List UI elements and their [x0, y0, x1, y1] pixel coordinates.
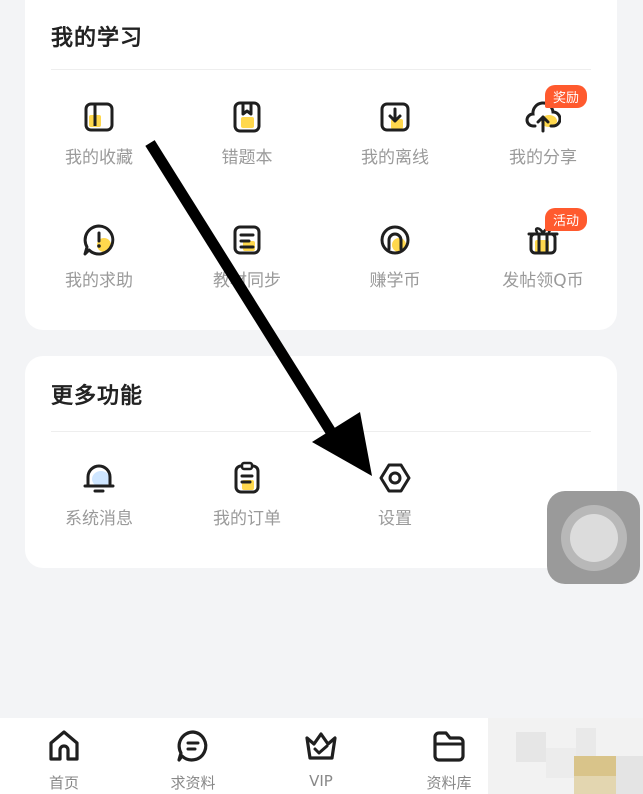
divider [51, 431, 591, 432]
earn-coins-label: 赚学币 [369, 271, 421, 291]
notebook-icon [229, 99, 265, 135]
textbook-sync-icon [229, 222, 265, 258]
tab-request-materials-label: 求资料 [170, 774, 216, 792]
my-study-title: 我的学习 [51, 26, 144, 51]
settings-label: 设置 [378, 509, 412, 529]
home-icon [49, 730, 79, 761]
coin-icon [377, 222, 413, 258]
wrong-questions-item[interactable]: 错题本 [173, 99, 321, 191]
my-orders-label: 我的订单 [213, 509, 281, 529]
post-for-qcoin-label: 发帖领Q币 [502, 271, 584, 291]
tab-home[interactable]: 首页 [9, 728, 119, 793]
cloud-upload-icon: 奖励 [525, 85, 588, 135]
gift-icon: 活动 [525, 208, 588, 258]
settings-item[interactable]: 设置 [321, 460, 469, 552]
profile-page: 我的学习 我的收藏 错题本 我的离线 奖励 我的分享 我的求助 教材同步 赚学币… [0, 0, 643, 794]
event-badge: 活动 [545, 208, 588, 231]
tab-library-label: 资料库 [426, 774, 472, 792]
my-share-label: 我的分享 [509, 148, 577, 168]
tab-vip-label: VIP [309, 772, 333, 790]
my-orders-item[interactable]: 我的订单 [173, 460, 321, 552]
my-offline-label: 我的离线 [361, 148, 429, 168]
tab-home-label: 首页 [48, 774, 79, 792]
floating-button-core [569, 513, 618, 562]
my-study-card: 我的学习 我的收藏 错题本 我的离线 奖励 我的分享 我的求助 教材同步 赚学币… [25, 0, 617, 330]
tab-vip[interactable]: VIP [266, 728, 376, 790]
earn-coins-item[interactable]: 赚学币 [321, 222, 469, 314]
wrong-questions-label: 错题本 [221, 148, 273, 168]
my-share-item[interactable]: 奖励 我的分享 [469, 85, 617, 191]
pixelated-area [488, 718, 643, 794]
my-favorites-item[interactable]: 我的收藏 [25, 99, 173, 191]
more-features-card: 更多功能 系统消息 我的订单 设置 [25, 356, 617, 568]
my-help-label: 我的求助 [65, 271, 133, 291]
tab-request-materials[interactable]: 求资料 [138, 728, 248, 793]
textbook-sync-label: 教材同步 [213, 271, 281, 291]
more-features-title: 更多功能 [51, 384, 144, 409]
order-clipboard-icon [229, 460, 265, 496]
floating-assistive-button[interactable] [547, 491, 640, 584]
chat-bubble-icon [177, 730, 208, 762]
help-bubble-icon [81, 222, 117, 258]
download-icon [377, 99, 413, 135]
my-favorites-label: 我的收藏 [65, 148, 133, 168]
my-help-item[interactable]: 我的求助 [25, 222, 173, 314]
post-for-qcoin-item[interactable]: 活动 发帖领Q币 [469, 208, 617, 314]
bell-icon [81, 460, 117, 496]
my-offline-item[interactable]: 我的离线 [321, 99, 469, 191]
bookmark-icon [81, 99, 117, 135]
crown-icon [305, 732, 337, 760]
system-messages-label: 系统消息 [65, 509, 133, 529]
divider [51, 69, 591, 70]
folder-icon [433, 731, 465, 762]
settings-hexagon-icon [377, 460, 413, 496]
floating-button-ring [560, 504, 627, 571]
textbook-sync-item[interactable]: 教材同步 [173, 222, 321, 314]
reward-badge: 奖励 [545, 85, 588, 108]
system-messages-item[interactable]: 系统消息 [25, 460, 173, 552]
